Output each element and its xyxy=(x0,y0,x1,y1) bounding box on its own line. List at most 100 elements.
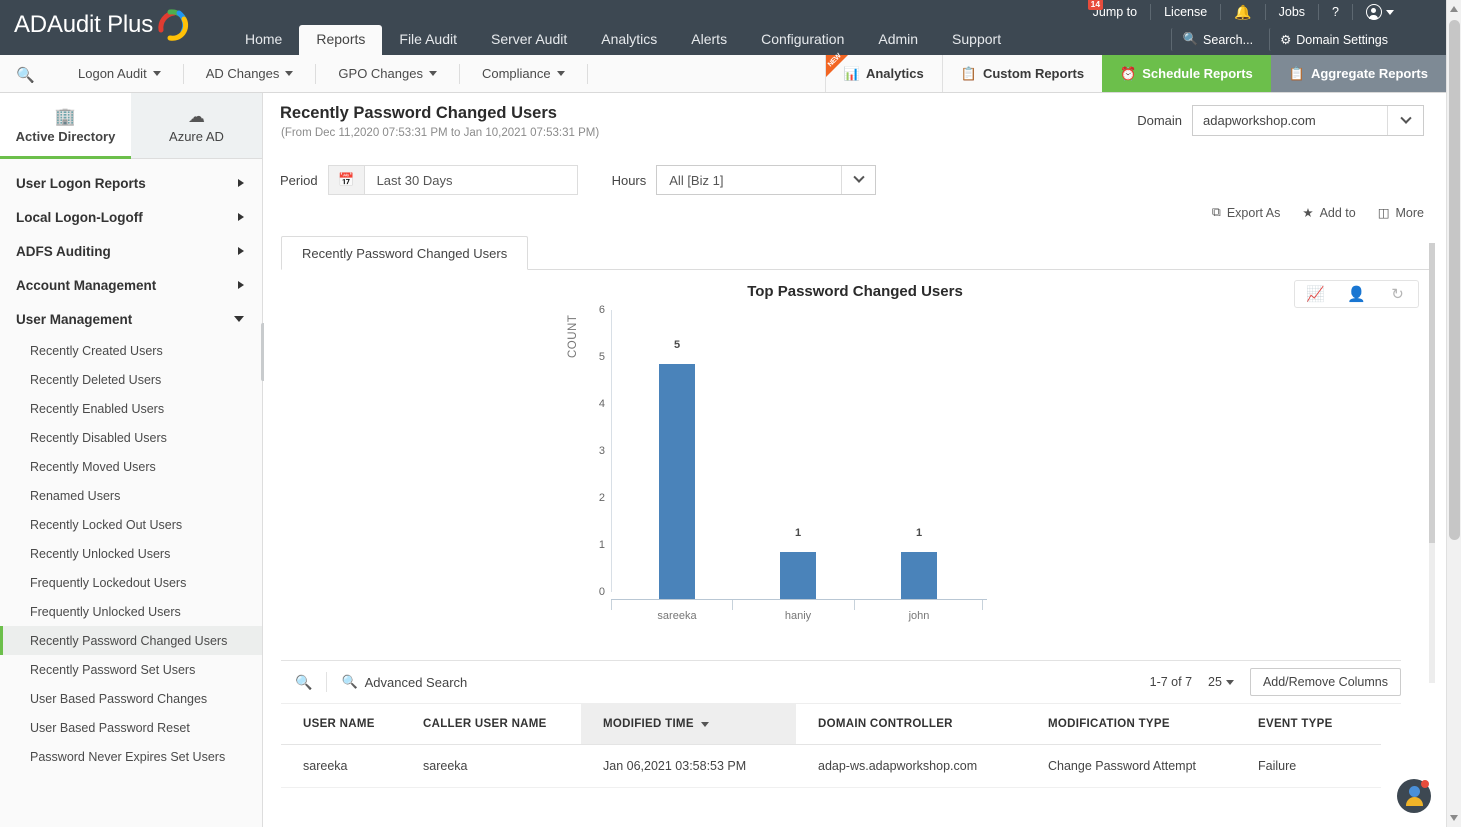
refresh-chart-icon[interactable]: ↻ xyxy=(1377,281,1418,307)
sidebar-group-adfs-auditing[interactable]: ADFS Auditing xyxy=(0,234,262,268)
header-buttons: 🔍 Search... ⚙ Domain Settings xyxy=(1171,28,1398,51)
bar-haniy[interactable] xyxy=(780,552,816,599)
cell-caller-user-name: sareeka xyxy=(401,744,581,788)
sidebar-item-recently-created-users[interactable]: Recently Created Users xyxy=(0,336,262,365)
tab-azure-ad[interactable]: ☁ Azure AD xyxy=(131,93,262,158)
sidebar-item-password-never-expires-set-users[interactable]: Password Never Expires Set Users xyxy=(0,742,262,771)
more-icon: ◫ xyxy=(1377,206,1390,220)
sort-desc-icon xyxy=(700,722,709,727)
scroll-down-icon[interactable] xyxy=(1450,815,1458,821)
sidebar-group-user-management[interactable]: User Management xyxy=(0,302,262,336)
sidebar-item-frequently-lockedout-users[interactable]: Frequently Lockedout Users xyxy=(0,568,262,597)
nav-item-configuration[interactable]: Configuration xyxy=(744,25,861,55)
directory-tabs: 🏢 Active Directory ☁ Azure AD xyxy=(0,93,262,159)
jobs-link[interactable]: Jobs xyxy=(1266,4,1320,20)
bar-john[interactable] xyxy=(901,552,937,599)
bar-sareeka[interactable] xyxy=(659,364,695,599)
tab-recently-password-changed-users[interactable]: Recently Password Changed Users xyxy=(281,236,529,270)
schedule-reports-button[interactable]: ⏰ Schedule Reports xyxy=(1102,55,1271,92)
domain-settings-button[interactable]: ⚙ Domain Settings xyxy=(1269,28,1398,51)
nav-item-file-audit[interactable]: File Audit xyxy=(382,25,474,55)
hours-dropdown[interactable]: All [Biz 1] xyxy=(656,165,877,195)
sidebar-item-recently-enabled-users[interactable]: Recently Enabled Users xyxy=(0,394,262,423)
user-menu[interactable] xyxy=(1353,4,1398,20)
more-label: More xyxy=(1395,205,1424,220)
table-toolbar: 🔍 🔍 Advanced Search 1-7 of 7 25 Add/Remo… xyxy=(281,661,1401,704)
chart-title: Top Password Changed Users xyxy=(747,283,963,300)
menu-gpo-changes[interactable]: GPO Changes xyxy=(316,63,460,84)
sidebar-item-recently-disabled-users[interactable]: Recently Disabled Users xyxy=(0,423,262,452)
y-axis-line xyxy=(611,310,612,592)
sidebar-item-user-based-password-reset[interactable]: User Based Password Reset xyxy=(0,713,262,742)
nav-item-admin[interactable]: Admin xyxy=(861,25,935,55)
column-modified-time[interactable]: MODIFIED TIME xyxy=(581,704,796,745)
nav-item-alerts[interactable]: Alerts xyxy=(674,25,744,55)
search-icon[interactable]: 🔍 xyxy=(281,672,328,692)
column-domain-controller[interactable]: DOMAIN CONTROLLER xyxy=(796,704,1026,745)
nav-item-analytics[interactable]: Analytics xyxy=(584,25,674,55)
sidebar-item-renamed-users[interactable]: Renamed Users xyxy=(0,481,262,510)
more-button[interactable]: ◫ More xyxy=(1377,205,1424,221)
period-picker[interactable]: 📅 Last 30 Days xyxy=(327,165,578,195)
sidebar-item-recently-locked-out-users[interactable]: Recently Locked Out Users xyxy=(0,510,262,539)
y-tick-5: 5 xyxy=(598,351,605,363)
column-caller-user-name[interactable]: CALLER USER NAME xyxy=(401,704,581,745)
tab-active-directory[interactable]: 🏢 Active Directory xyxy=(0,93,131,159)
support-chat-button[interactable] xyxy=(1397,779,1431,813)
export-as-button[interactable]: ⧉ Export As xyxy=(1212,205,1280,220)
license-link[interactable]: License xyxy=(1151,4,1222,20)
nav-item-home[interactable]: Home xyxy=(228,25,299,55)
analytics-button[interactable]: NEW 📊 Analytics xyxy=(824,53,942,92)
sidebar-group-user-logon-reports[interactable]: User Logon Reports xyxy=(0,166,262,200)
notifications-button[interactable]: 🔔 14 xyxy=(1087,0,1266,20)
hours-value: All [Biz 1] xyxy=(669,172,724,188)
nav-item-support[interactable]: Support xyxy=(935,25,1018,55)
scrollbar-thumb[interactable] xyxy=(1449,20,1460,540)
menu-ad-changes-label: AD Changes xyxy=(205,65,280,81)
sidebar-item-recently-deleted-users[interactable]: Recently Deleted Users xyxy=(0,365,262,394)
column-modification-type[interactable]: MODIFICATION TYPE xyxy=(1026,704,1236,745)
content-inner-scrollbar[interactable] xyxy=(1429,243,1435,683)
table-row[interactable]: sareeka sareeka Jan 06,2021 03:58:53 PM … xyxy=(281,744,1381,788)
chevron-down-icon[interactable] xyxy=(1387,106,1423,135)
sidebar-item-recently-unlocked-users[interactable]: Recently Unlocked Users xyxy=(0,539,262,568)
results-table-panel: 🔍 🔍 Advanced Search 1-7 of 7 25 Add/Remo… xyxy=(281,660,1401,788)
nav-item-reports[interactable]: Reports xyxy=(299,25,383,55)
page-scrollbar[interactable] xyxy=(1446,0,1461,827)
bar-value-haniy: 1 xyxy=(794,527,802,539)
add-chart-icon[interactable]: 📈 xyxy=(1295,281,1336,307)
menu-ad-changes[interactable]: AD Changes xyxy=(184,63,317,84)
sidebar-item-recently-password-changed-users[interactable]: Recently Password Changed Users xyxy=(0,626,262,655)
custom-reports-button[interactable]: 📋 Custom Reports xyxy=(941,55,1102,92)
sidebar-item-user-based-password-changes[interactable]: User Based Password Changes xyxy=(0,684,262,713)
add-to-button[interactable]: ★ Add to xyxy=(1302,205,1355,221)
column-event-type[interactable]: EVENT TYPE xyxy=(1236,704,1381,745)
advanced-search-button[interactable]: 🔍 Advanced Search xyxy=(327,674,467,690)
nav-item-server-audit[interactable]: Server Audit xyxy=(474,25,584,55)
star-icon: ★ xyxy=(1302,206,1314,220)
menu-compliance[interactable]: Compliance xyxy=(460,63,588,84)
scroll-up-icon[interactable] xyxy=(1450,6,1458,12)
report-actions: ⧉ Export As ★ Add to ◫ More xyxy=(1212,205,1424,220)
search-button[interactable]: 🔍 Search... xyxy=(1171,28,1263,51)
table-header-row: USER NAME CALLER USER NAME MODIFIED TIME… xyxy=(281,704,1381,745)
sidebar-item-frequently-unlocked-users[interactable]: Frequently Unlocked Users xyxy=(0,597,262,626)
help-link[interactable]: ? xyxy=(1319,4,1353,20)
chevron-right-icon xyxy=(238,281,244,289)
user-icon[interactable]: 👤 xyxy=(1336,281,1377,307)
sidebar-item-recently-moved-users[interactable]: Recently Moved Users xyxy=(0,452,262,481)
sidebar-group-local-logon-logoff[interactable]: Local Logon-Logoff xyxy=(0,200,262,234)
add-remove-columns-button[interactable]: Add/Remove Columns xyxy=(1249,668,1401,696)
advanced-search-icon: 🔍 xyxy=(341,674,358,689)
report-search-icon[interactable]: 🔍 xyxy=(16,66,35,84)
menu-logon-audit[interactable]: Logon Audit xyxy=(56,63,184,84)
column-user-name[interactable]: USER NAME xyxy=(281,704,401,745)
sidebar-item-recently-password-set-users[interactable]: Recently Password Set Users xyxy=(0,655,262,684)
page-size-dropdown[interactable]: 25 xyxy=(1208,675,1234,689)
aggregate-reports-button[interactable]: 📋 Aggregate Reports xyxy=(1270,55,1446,92)
gear-icon: ⚙ xyxy=(1280,33,1292,47)
app-logo[interactable]: ADAudit Plus xyxy=(14,9,191,41)
domain-dropdown[interactable]: adapworkshop.com xyxy=(1192,105,1424,136)
sidebar-group-account-management[interactable]: Account Management xyxy=(0,268,262,302)
chevron-down-icon[interactable] xyxy=(841,166,875,194)
